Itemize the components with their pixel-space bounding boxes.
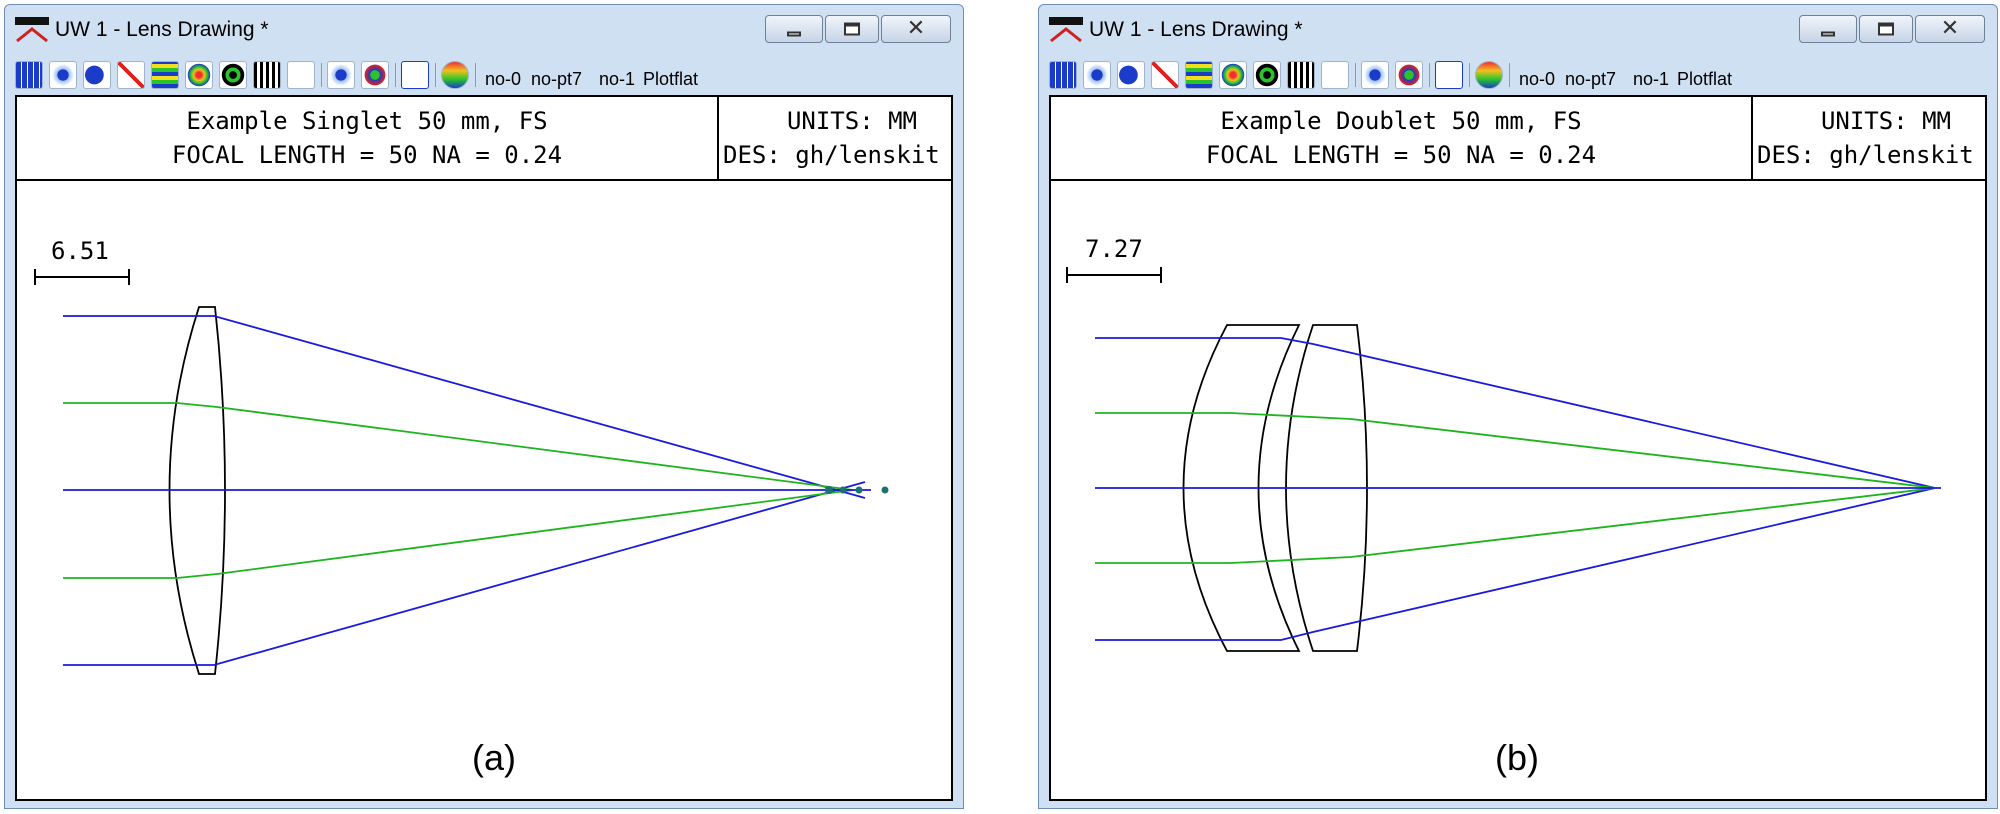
marginal-ray-top <box>63 315 866 499</box>
toolbar: no-0 no-pt7 no-1 Plotflat <box>1049 57 1989 93</box>
toolbar-option-no-1[interactable]: no-1 <box>599 69 635 90</box>
lens-layout-icon[interactable] <box>1083 61 1111 89</box>
zone-ray-top <box>1095 412 1936 489</box>
minimize-icon <box>787 31 801 37</box>
minimize-button[interactable] <box>765 15 823 43</box>
target-icon[interactable] <box>219 61 247 89</box>
toolbar-separator <box>435 63 436 87</box>
ray-trace-diagram <box>1066 267 1941 652</box>
color-sphere-icon[interactable] <box>1475 61 1503 89</box>
toolbar: no-0 no-pt7 no-1 Plotflat <box>15 57 955 93</box>
app-icon <box>1049 17 1083 43</box>
lens-drawing-window-a: UW 1 - Lens Drawing * ✕ no-0 no-pt7 no-1… <box>4 4 964 809</box>
close-button[interactable]: ✕ <box>1915 15 1985 43</box>
toolbar-option-no-0[interactable]: no-0 <box>1519 69 1555 90</box>
close-icon: ✕ <box>906 16 926 41</box>
toolbar-separator <box>321 63 322 87</box>
mtf-icon[interactable] <box>361 61 389 89</box>
toolbar-separator <box>1509 63 1510 87</box>
marginal-ray-bottom <box>1095 487 1936 641</box>
scale-bar-label: 7.27 <box>1085 235 1143 263</box>
psf-icon[interactable] <box>1219 61 1247 89</box>
toolbar-separator <box>395 63 396 87</box>
zone-ray-bottom <box>1095 487 1936 564</box>
panel-label: (a) <box>472 737 516 778</box>
close-icon: ✕ <box>1940 16 1960 41</box>
zone-ray-top <box>63 402 854 491</box>
window-title: UW 1 - Lens Drawing * <box>1089 18 1303 41</box>
zone-ray-bottom <box>63 489 854 579</box>
mtf-icon[interactable] <box>1395 61 1423 89</box>
wavefront-icon[interactable] <box>151 61 179 89</box>
panel-label: (b) <box>1495 737 1539 778</box>
graph-icon[interactable] <box>401 61 429 89</box>
wavefront-icon[interactable] <box>1185 61 1213 89</box>
toolbar-separator <box>1355 63 1356 87</box>
toolbar-separator <box>475 63 476 87</box>
toolbar-option-no-0[interactable]: no-0 <box>485 69 521 90</box>
scale-bar <box>1066 267 1162 283</box>
lens-layout-icon[interactable] <box>49 61 77 89</box>
target-icon[interactable] <box>1253 61 1281 89</box>
marginal-ray-bottom <box>63 481 866 666</box>
lens-drawing-canvas: Example Doublet 50 mm, FS FOCAL LENGTH =… <box>1049 95 1987 801</box>
maximize-icon <box>1878 22 1894 36</box>
toolbar-option-no-1[interactable]: no-1 <box>1633 69 1669 90</box>
lens-drawing-canvas: Example Singlet 50 mm, FS FOCAL LENGTH =… <box>15 95 953 801</box>
arrows-icon[interactable] <box>1321 61 1349 89</box>
bars-icon[interactable] <box>253 61 281 89</box>
app-icon <box>15 17 49 43</box>
toolbar-separator <box>1469 63 1470 87</box>
graph-icon[interactable] <box>1435 61 1463 89</box>
toolbar-option-plotflat[interactable]: Plotflat <box>643 69 698 90</box>
title-bar[interactable]: UW 1 - Lens Drawing * ✕ <box>1039 5 1997 55</box>
spot-blob-icon[interactable] <box>1117 61 1145 89</box>
scale-bar <box>34 269 130 285</box>
ray-trace-diagram <box>34 269 889 675</box>
toolbar-separator <box>1429 63 1430 87</box>
arrows-icon[interactable] <box>287 61 315 89</box>
maximize-icon <box>844 22 860 36</box>
maximize-button[interactable] <box>1859 15 1913 43</box>
toolbar-option-plotflat[interactable]: Plotflat <box>1677 69 1732 90</box>
psf-icon[interactable] <box>185 61 213 89</box>
toolbar-option-no-pt7[interactable]: no-pt7 <box>531 69 582 90</box>
scale-bar-label: 6.51 <box>51 237 109 265</box>
maximize-button[interactable] <box>825 15 879 43</box>
ray-fan-icon[interactable] <box>1151 61 1179 89</box>
window-title: UW 1 - Lens Drawing * <box>55 18 269 41</box>
toolbar-option-no-pt7[interactable]: no-pt7 <box>1565 69 1616 90</box>
grid-icon[interactable] <box>15 61 43 89</box>
minimize-icon <box>1821 31 1835 37</box>
lens-drawing-window-b: UW 1 - Lens Drawing * ✕ no-0 no-pt7 no-1… <box>1038 4 1998 809</box>
lens-layout-2-icon[interactable] <box>1361 61 1389 89</box>
bars-icon[interactable] <box>1287 61 1315 89</box>
grid-icon[interactable] <box>1049 61 1077 89</box>
lens-layout-2-icon[interactable] <box>327 61 355 89</box>
close-button[interactable]: ✕ <box>881 15 951 43</box>
minimize-button[interactable] <box>1799 15 1857 43</box>
color-sphere-icon[interactable] <box>441 61 469 89</box>
spot-blob-icon[interactable] <box>83 61 111 89</box>
ray-fan-icon[interactable] <box>117 61 145 89</box>
title-bar[interactable]: UW 1 - Lens Drawing * ✕ <box>5 5 963 55</box>
